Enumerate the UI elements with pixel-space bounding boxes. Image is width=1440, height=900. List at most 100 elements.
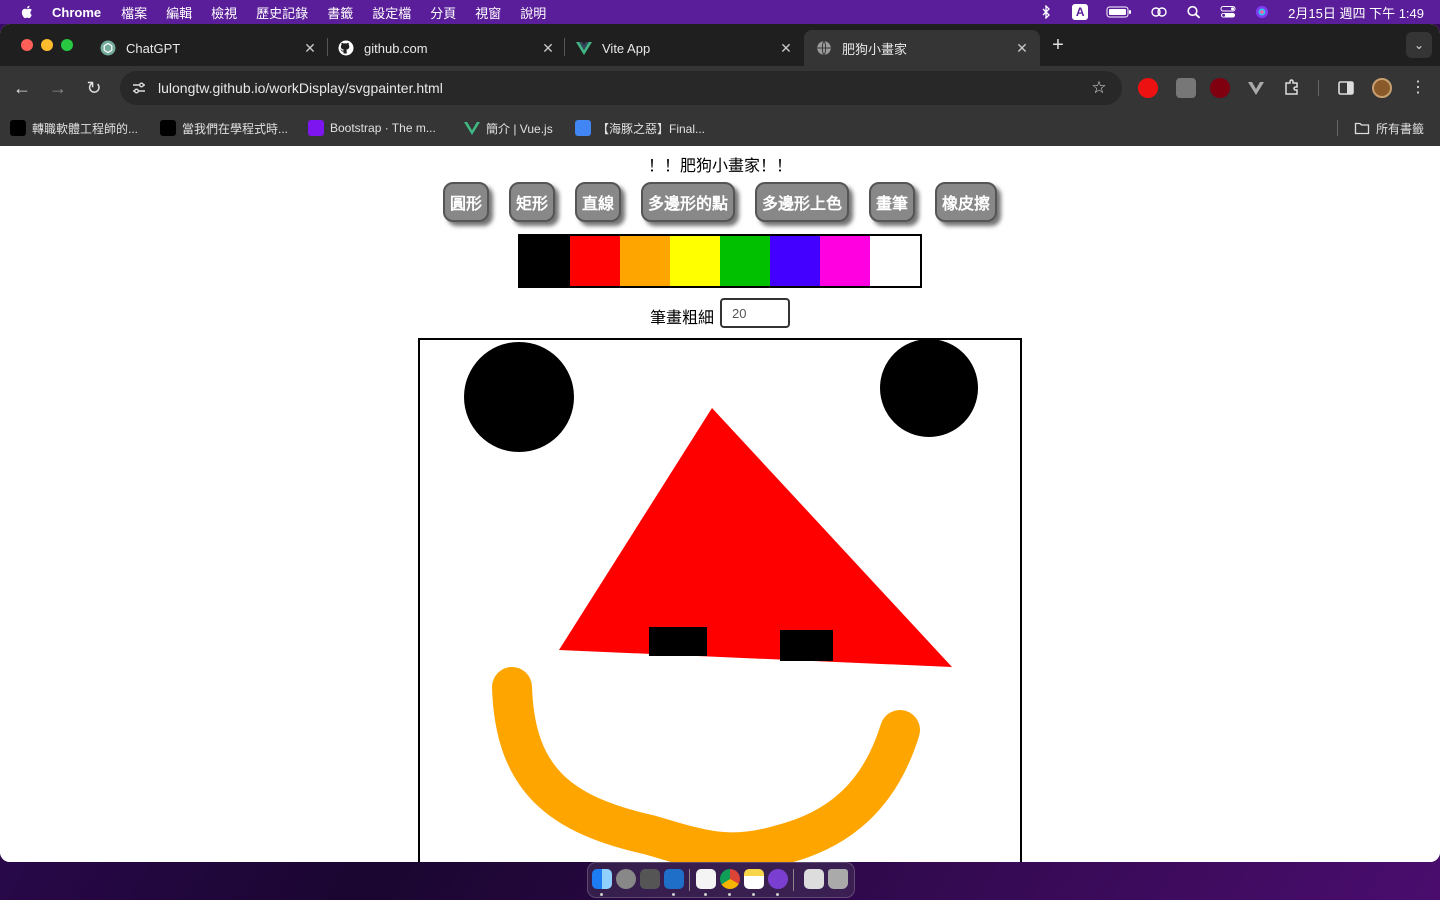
menubar-clock[interactable]: 2月15日 週四 下午 1:49 <box>1288 3 1424 22</box>
color-swatch-magenta[interactable] <box>820 236 870 286</box>
battery-icon[interactable] <box>1106 5 1132 19</box>
window-close-button[interactable] <box>21 39 33 51</box>
bootstrap-icon <box>308 120 324 136</box>
control-center-icon[interactable] <box>1220 5 1236 19</box>
page-title: ！！肥狗小畫家！！ <box>647 158 792 175</box>
stroke-width-input[interactable] <box>720 298 790 328</box>
color-swatch-orange[interactable] <box>620 236 670 286</box>
polygon-points-tool-button[interactable]: 多邊形的點 <box>641 182 735 222</box>
close-tab-icon[interactable]: ✕ <box>302 40 318 56</box>
bookmark-label: 簡介 | Vue.js <box>486 121 553 136</box>
finder-icon[interactable] <box>592 869 612 889</box>
bookmark-item[interactable]: 當我們在學程式時... <box>160 119 288 137</box>
color-swatch-yellow[interactable] <box>670 236 720 286</box>
reload-button[interactable]: ↻ <box>82 76 106 100</box>
menu-tab[interactable]: 分頁 <box>430 3 456 22</box>
menu-history[interactable]: 歷史記錄 <box>256 3 308 22</box>
color-palette <box>518 234 922 288</box>
trash-icon[interactable] <box>828 869 848 889</box>
github-icon <box>338 40 354 56</box>
tab-search-button[interactable]: ⌄ <box>1406 32 1432 58</box>
drawn-circle-right <box>880 340 978 437</box>
polygon-fill-tool-button[interactable]: 多邊形上色 <box>755 182 849 222</box>
translate-extension-icon[interactable] <box>1176 78 1196 98</box>
drawing-canvas[interactable] <box>418 338 1022 862</box>
tab-title: 肥狗小畫家 <box>842 41 908 57</box>
circle-tool-button[interactable]: 圓形 <box>443 182 489 222</box>
bluetooth-icon[interactable] <box>1038 5 1054 19</box>
rectangle-tool-button[interactable]: 矩形 <box>509 182 555 222</box>
canvas-svg[interactable] <box>420 340 1020 862</box>
menu-profiles[interactable]: 設定檔 <box>372 3 411 22</box>
vue-devtools-icon[interactable] <box>1246 78 1266 98</box>
chrome-menu-icon[interactable]: ⋮ <box>1406 76 1430 100</box>
mirroring-icon[interactable] <box>1150 5 1168 19</box>
folder-icon <box>1354 122 1370 135</box>
color-swatch-red[interactable] <box>570 236 620 286</box>
vue-icon <box>464 122 480 135</box>
bookmark-label: 當我們在學程式時... <box>182 121 289 136</box>
system-settings-icon[interactable] <box>616 869 636 889</box>
close-tab-icon[interactable]: ✕ <box>1014 40 1030 56</box>
back-button[interactable]: ← <box>10 76 34 100</box>
brush-tool-button[interactable]: 畫筆 <box>869 182 915 222</box>
input-method-icon[interactable]: A <box>1072 4 1089 20</box>
tab-title: ChatGPT <box>126 40 181 56</box>
chrome-icon[interactable] <box>720 869 740 889</box>
profile-avatar[interactable] <box>1372 78 1392 98</box>
address-bar[interactable]: lulongtw.github.io/workDisplay/svgpainte… <box>120 71 1122 105</box>
tab-svgpainter[interactable]: 肥狗小畫家 ✕ <box>804 30 1040 66</box>
extensions-puzzle-icon[interactable] <box>1282 78 1302 98</box>
bookmark-label: Bootstrap · The m... <box>330 121 436 135</box>
menu-help[interactable]: 說明 <box>520 3 546 22</box>
url-text[interactable]: lulongtw.github.io/workDisplay/svgpainte… <box>158 80 443 96</box>
window-minimize-button[interactable] <box>41 39 53 51</box>
toolbar-divider <box>1318 80 1319 96</box>
siri-icon[interactable] <box>1254 5 1270 19</box>
tab-chatgpt[interactable]: ChatGPT ✕ <box>88 30 328 66</box>
textedit-icon[interactable] <box>696 869 716 889</box>
menu-bar: Chrome 檔案 編輯 檢視 歷史記錄 書籤 設定檔 分頁 視窗 說明 A 2… <box>0 0 1440 24</box>
eraser-tool-button[interactable]: 橡皮擦 <box>935 182 997 222</box>
close-tab-icon[interactable]: ✕ <box>540 40 556 56</box>
line-tool-button[interactable]: 直線 <box>575 182 621 222</box>
notes-icon[interactable] <box>744 869 764 889</box>
forward-button[interactable]: → <box>46 76 70 100</box>
window-zoom-button[interactable] <box>61 39 73 51</box>
menu-view[interactable]: 檢視 <box>211 3 237 22</box>
dock-running-dot <box>752 893 755 896</box>
new-tab-button[interactable]: + <box>1048 35 1068 56</box>
globe-icon <box>817 40 831 56</box>
drawn-red-polygon <box>559 408 952 667</box>
menu-edit[interactable]: 編輯 <box>166 3 192 22</box>
color-swatch-green[interactable] <box>720 236 770 286</box>
bookmark-star-icon[interactable]: ☆ <box>1090 79 1108 97</box>
menu-window[interactable]: 視窗 <box>475 3 501 22</box>
bookmark-item[interactable]: 簡介 | Vue.js <box>464 119 553 137</box>
extension-red-icon[interactable] <box>1138 78 1158 98</box>
side-panel-icon[interactable] <box>1336 78 1356 98</box>
color-swatch-black[interactable] <box>520 236 570 286</box>
app-menu-chrome[interactable]: Chrome <box>52 5 101 20</box>
vscode-icon[interactable] <box>664 869 684 889</box>
site-settings-icon[interactable] <box>130 79 148 97</box>
apple-icon[interactable] <box>20 5 34 19</box>
bookmark-item[interactable]: 【海豚之惡】Final... <box>575 119 705 137</box>
calculator-icon[interactable] <box>640 869 660 889</box>
github-desktop-icon[interactable] <box>768 869 788 889</box>
color-swatch-white[interactable] <box>870 236 920 286</box>
tab-github[interactable]: github.com ✕ <box>326 30 566 66</box>
bookmark-item[interactable]: Bootstrap · The m... <box>308 119 436 137</box>
bookmark-item[interactable]: 轉職軟體工程師的... <box>10 119 138 137</box>
close-tab-icon[interactable]: ✕ <box>778 40 794 56</box>
tab-vite-app[interactable]: Vite App ✕ <box>564 30 804 66</box>
document-icon[interactable] <box>804 869 824 889</box>
browser-window: ChatGPT ✕ github.com ✕ Vite App ✕ 肥狗小畫家 … <box>0 24 1440 862</box>
spotlight-search-icon[interactable] <box>1186 5 1202 19</box>
menu-file[interactable]: 檔案 <box>121 3 147 22</box>
menu-bookmarks[interactable]: 書籤 <box>327 3 353 22</box>
ublock-extension-icon[interactable] <box>1210 78 1230 98</box>
color-swatch-blue[interactable] <box>770 236 820 286</box>
dock-running-dot <box>704 893 707 896</box>
all-bookmarks-folder[interactable]: 所有書籤 <box>1354 119 1424 137</box>
